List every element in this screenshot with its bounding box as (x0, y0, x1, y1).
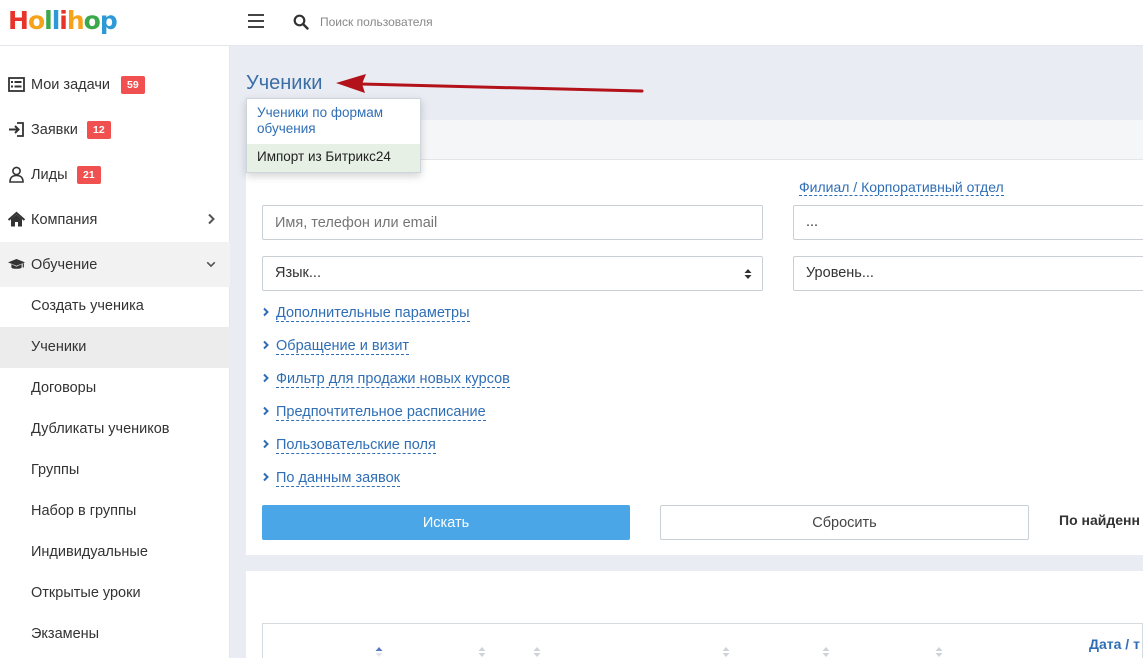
subitem-label: Экзамены (31, 626, 100, 642)
name-phone-email-input[interactable] (262, 205, 763, 240)
dropdown-item-students-by-form[interactable]: Ученики по формам обучения (247, 99, 420, 143)
sidebar-subitem-groups[interactable]: Группы (0, 450, 230, 491)
user-icon (9, 166, 24, 183)
subitem-label: Открытые уроки (31, 585, 141, 601)
level-select[interactable]: Уровень... (793, 256, 1143, 291)
sidebar-item-label: Компания (31, 211, 98, 228)
sort-icon[interactable] (478, 646, 486, 658)
chevron-right-icon (263, 472, 269, 482)
sidebar-subitem-open-lessons[interactable]: Открытые уроки (0, 573, 230, 614)
logo-letter: H (8, 6, 29, 35)
tasks-count-badge: 59 (121, 75, 145, 94)
home-icon (8, 211, 25, 227)
sidebar: Мои задачи 59 Заявки 12 Лиды 21 Компания (0, 46, 230, 658)
sign-in-icon (9, 122, 24, 137)
results-table-header (262, 623, 1143, 658)
sidebar-subitem-individual[interactable]: Индивидуальные (0, 532, 230, 573)
sidebar-subitem-students[interactable]: Ученики (0, 327, 230, 368)
filter-by-requests[interactable]: По данным заявок (262, 470, 400, 487)
chevron-right-icon (263, 340, 269, 350)
sidebar-item-leads[interactable]: Лиды 21 (0, 152, 230, 197)
subitem-label: Индивидуальные (31, 544, 148, 560)
search-button[interactable]: Искать (262, 505, 630, 540)
sidebar-subitem-contracts[interactable]: Договоры (0, 368, 230, 409)
hollihop-logo[interactable]: Hollihop (8, 6, 118, 35)
select-arrows-icon (744, 269, 752, 279)
filter-label: Предпочтительное расписание (276, 404, 486, 421)
subitem-label: Дубликаты учеников (31, 421, 170, 437)
filter-label: Фильтр для продажи новых курсов (276, 371, 510, 388)
sort-icon[interactable] (722, 646, 730, 658)
sidebar-item-company[interactable]: Компания (0, 197, 230, 242)
subitem-label: Группы (31, 462, 80, 478)
chevron-down-icon (206, 261, 216, 268)
filter-label: По данным заявок (276, 470, 400, 487)
branch-filter-link[interactable]: Филиал / Корпоративный отдел (799, 179, 1004, 196)
subitem-label: Создать ученика (31, 298, 144, 314)
subitem-label: Ученики (31, 339, 87, 355)
logo-letter: l (51, 6, 61, 35)
date-column-header[interactable]: Дата / т (1089, 636, 1140, 652)
subitem-label: Договоры (31, 380, 97, 396)
chevron-right-icon (263, 439, 269, 449)
filter-additional-params[interactable]: Дополнительные параметры (262, 305, 470, 322)
reset-button[interactable]: Сбросить (660, 505, 1029, 540)
sidebar-subitem-exams[interactable]: Экзамены (0, 614, 230, 655)
sidebar-item-label: Заявки (31, 121, 78, 138)
logo-letter: i (59, 6, 68, 35)
user-search-input[interactable] (314, 10, 614, 34)
sort-icon[interactable] (822, 646, 830, 658)
hamburger-menu-icon[interactable] (248, 14, 264, 28)
top-bar: Hollihop (0, 0, 1143, 46)
sidebar-subitem-create-student[interactable]: Создать ученика (0, 286, 230, 327)
chevron-right-icon (263, 373, 269, 383)
search-icon (293, 14, 309, 30)
chevron-right-icon (263, 406, 269, 416)
sort-icon[interactable] (533, 646, 541, 658)
filter-preferred-schedule[interactable]: Предпочтительное расписание (262, 404, 486, 421)
sidebar-item-my-tasks[interactable]: Мои задачи 59 (0, 62, 230, 107)
requests-count-badge: 12 (87, 120, 111, 139)
filter-contact-visit[interactable]: Обращение и визит (262, 338, 410, 355)
filter-label: Дополнительные параметры (276, 305, 470, 322)
filter-custom-fields[interactable]: Пользовательские поля (262, 437, 436, 454)
list-icon (8, 77, 25, 92)
leads-count-badge: 21 (77, 165, 101, 184)
filter-label: Пользовательские поля (276, 437, 436, 454)
dropdown-item-import-bitrix24[interactable]: Импорт из Битрикс24 (247, 144, 420, 172)
level-select-value: Уровень... (806, 265, 874, 281)
sidebar-item-label: Мои задачи (31, 76, 111, 93)
logo-letter: h (66, 6, 85, 35)
annotation-arrow-icon (336, 74, 644, 93)
graduation-cap-icon (8, 258, 25, 269)
sort-asc-icon[interactable] (375, 646, 383, 658)
subitem-label: Набор в группы (31, 503, 137, 519)
sidebar-subitem-group-enrollment[interactable]: Набор в группы (0, 491, 230, 532)
sidebar-item-requests[interactable]: Заявки 12 (0, 107, 230, 152)
logo-letter: p (99, 6, 118, 35)
branch-select-value: ... (806, 214, 819, 230)
filter-new-courses[interactable]: Фильтр для продажи новых курсов (262, 371, 510, 388)
sidebar-item-label: Лиды (31, 166, 68, 183)
chevron-right-icon (208, 213, 215, 225)
logo-letter: o (27, 6, 45, 35)
sidebar-subitem-duplicates[interactable]: Дубликаты учеников (0, 409, 230, 450)
sort-icon[interactable] (935, 646, 943, 658)
page-title[interactable]: Ученики (246, 72, 322, 95)
sidebar-item-label: Обучение (31, 256, 98, 273)
branch-select[interactable]: ... (793, 205, 1143, 240)
language-select[interactable]: Язык... (262, 256, 763, 291)
found-results-label: По найденн (1059, 512, 1140, 528)
language-select-value: Язык... (275, 265, 321, 281)
sidebar-item-education[interactable]: Обучение (0, 242, 230, 287)
filter-label: Обращение и визит (276, 338, 410, 355)
logo-letter: l (44, 6, 53, 35)
title-dropdown-menu: Ученики по формам обучения Импорт из Бит… (246, 98, 421, 173)
chevron-right-icon (263, 307, 269, 317)
logo-letter: o (83, 6, 101, 35)
